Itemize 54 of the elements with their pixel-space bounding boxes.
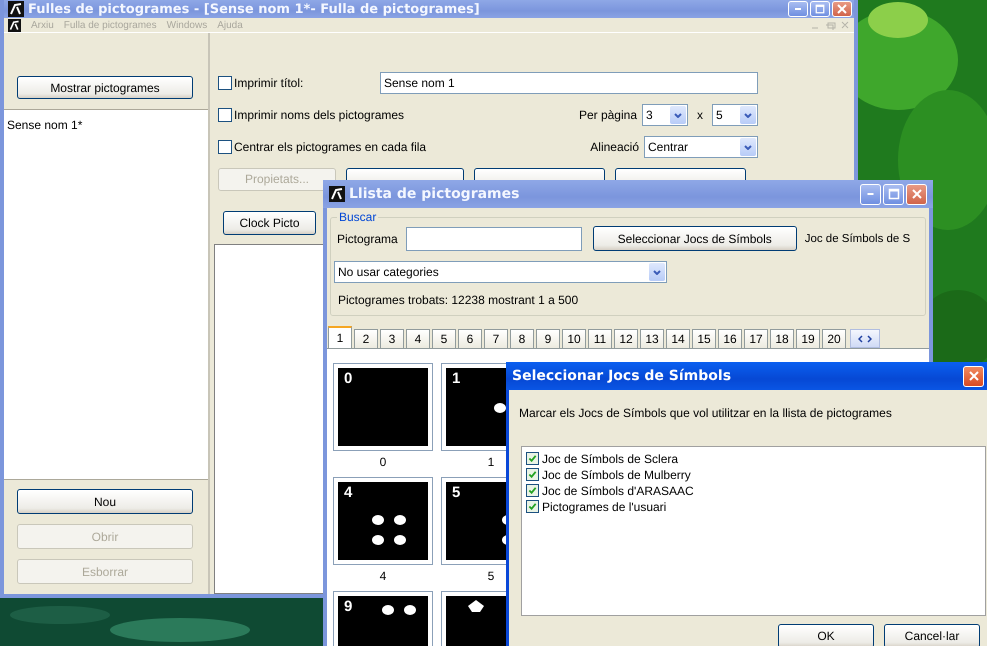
pictogram-caption: 0 (380, 455, 386, 471)
page-tab[interactable]: 14 (666, 329, 690, 348)
tile-number: 5 (452, 484, 460, 501)
page-tab[interactable]: 13 (640, 329, 664, 348)
page-tab[interactable]: 11 (588, 329, 612, 348)
page-tab[interactable]: 20 (822, 329, 846, 348)
per-page-label: Per pàgina (578, 108, 637, 122)
found-count-text: Pictogrames trobats: 12238 mostrant 1 a 500 (337, 293, 580, 307)
pictogram-label: Pictograma (337, 232, 398, 246)
page-tab[interactable]: 7 (484, 329, 508, 348)
sheet-item[interactable]: Sense nom 1* (4, 110, 208, 132)
page-tab[interactable]: 3 (380, 329, 404, 348)
times-label: x (697, 108, 703, 122)
tile-number: 1 (452, 370, 460, 387)
page-tab[interactable]: 10 (562, 329, 586, 348)
pictogram-caption: 1 (488, 455, 494, 471)
page-tab[interactable]: 15 (692, 329, 716, 348)
window-title: Llista de pictogrames (349, 186, 520, 202)
page-tab[interactable]: 6 (458, 329, 482, 348)
page-tab[interactable]: 8 (510, 329, 534, 348)
page-tab[interactable]: 4 (406, 329, 430, 348)
page-tab[interactable]: 17 (744, 329, 768, 348)
tile-number: 9 (344, 598, 352, 615)
checkbox[interactable]: Imprimir títol: (218, 76, 304, 90)
window-title: Fulles de pictogrames - [Sense nom 1*- Fulla de pictogrames] (28, 2, 481, 16)
category-dropdown[interactable]: No usar categories (334, 261, 667, 283)
checkbox[interactable]: Centrar els pictogrames en cada fila (218, 140, 426, 154)
tile-number: 4 (344, 484, 352, 501)
alignment-dropdown[interactable]: Centrar (644, 136, 758, 158)
tile-number: 0 (344, 370, 352, 387)
dialog-button[interactable]: OK (778, 624, 874, 646)
symbol-set-checkbox[interactable]: Joc de Símbols de Sclera (526, 451, 981, 466)
columns-dropdown[interactable]: 5 (712, 104, 758, 126)
group-title: Buscar (338, 211, 378, 224)
page-tab[interactable]: 5 (432, 329, 456, 348)
checkbox[interactable]: Imprimir noms dels pictogrames (218, 108, 404, 122)
page-tab[interactable]: 2 (354, 329, 378, 348)
page-tab[interactable]: 16 (718, 329, 742, 348)
page-tab[interactable]: 1 (328, 326, 352, 348)
page-tab[interactable]: 19 (796, 329, 820, 348)
pictogram-caption: 5 (488, 569, 494, 585)
dialog-button[interactable]: Cancel·lar (884, 624, 980, 646)
pictogram-caption: 4 (380, 569, 386, 585)
show-pictograms-button[interactable]: Mostrar pictogrames (17, 76, 193, 99)
page-tab[interactable]: 9 (536, 329, 560, 348)
clock-picto-button[interactable]: Clock Picto (223, 211, 316, 235)
page-tab[interactable]: 18 (770, 329, 794, 348)
page-tab[interactable]: 12 (614, 329, 638, 348)
title-field[interactable]: Sense nom 1 (380, 72, 758, 94)
rows-dropdown[interactable]: 3 (642, 104, 688, 126)
select-symbol-sets-button[interactable]: Seleccionar Jocs de Símbols (592, 226, 797, 251)
alignment-label: Alineació (590, 140, 639, 154)
symbol-set-text: Joc de Símbols de S (804, 232, 910, 244)
sheet-button[interactable]: Nou (17, 489, 193, 514)
